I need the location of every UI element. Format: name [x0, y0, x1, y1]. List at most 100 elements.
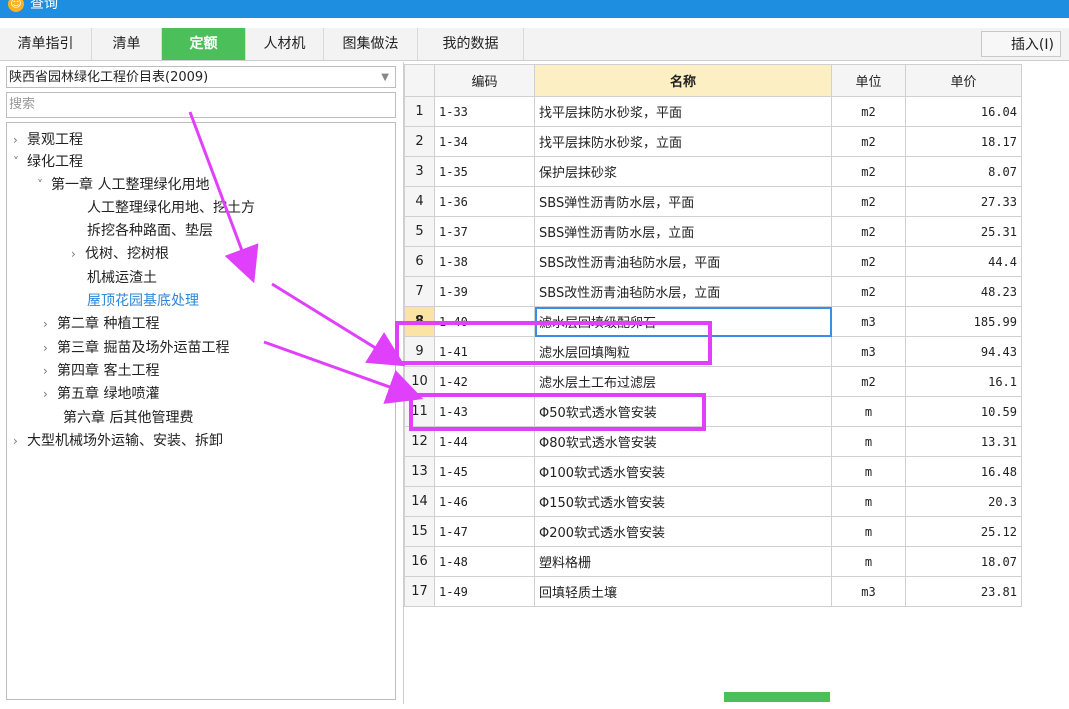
row-unit[interactable]: m [831, 516, 906, 547]
tree-node[interactable]: › 第二章 种植工程 [43, 313, 159, 335]
row-index[interactable]: 13 [404, 456, 435, 487]
row-code[interactable]: 1-47 [434, 516, 535, 547]
tree-node[interactable]: › 第五章 绿地喷灌 [43, 383, 159, 405]
tree-node[interactable]: › 第四章 客土工程 [43, 360, 159, 382]
row-price[interactable]: 185.99 [905, 306, 1022, 337]
tree-node[interactable]: › 大型机械场外运输、安装、拆卸 [13, 430, 223, 452]
row-name[interactable]: Φ100软式透水管安装 [534, 456, 832, 487]
tree-node[interactable]: 人工整理绿化用地、挖土方 [87, 197, 255, 219]
row-unit[interactable]: m2 [831, 186, 906, 217]
tab-tuji-zuofa[interactable]: 图集做法 [324, 28, 418, 60]
tree-node[interactable]: › 伐树、挖树根 [71, 243, 169, 265]
row-index[interactable]: 3 [404, 156, 435, 187]
row-price[interactable]: 16.48 [905, 456, 1022, 487]
collapse-handle[interactable]: ˄ [724, 688, 830, 702]
row-unit[interactable]: m [831, 486, 906, 517]
chevron-right-icon[interactable]: › [43, 383, 57, 405]
row-name[interactable]: 回填轻质土壤 [534, 576, 832, 607]
column-header-unit[interactable]: 单位 [831, 64, 906, 97]
table-row[interactable]: 7 1-39 SBS改性沥青油毡防水层，立面 m2 48.23 [404, 276, 1022, 307]
row-unit[interactable]: m2 [831, 96, 906, 127]
row-code[interactable]: 1-34 [434, 126, 535, 157]
table-row[interactable]: 4 1-36 SBS弹性沥青防水层，平面 m2 27.33 [404, 186, 1022, 217]
search-input[interactable]: 搜索 [6, 92, 396, 118]
chevron-down-icon[interactable]: ˅ [13, 151, 27, 173]
table-row[interactable]: 2 1-34 找平层抹防水砂浆，立面 m2 18.17 [404, 126, 1022, 157]
row-unit[interactable]: m3 [831, 306, 906, 337]
chevron-right-icon[interactable]: › [71, 243, 85, 265]
row-name[interactable]: SBS弹性沥青防水层，立面 [534, 216, 832, 247]
row-price[interactable]: 25.12 [905, 516, 1022, 547]
tree-node[interactable]: ˅ 绿化工程 [13, 151, 83, 173]
row-unit[interactable]: m [831, 396, 906, 427]
row-unit[interactable]: m3 [831, 576, 906, 607]
table-row[interactable]: 3 1-35 保护层抹砂浆 m2 8.07 [404, 156, 1022, 187]
row-name[interactable]: SBS改性沥青油毡防水层，立面 [534, 276, 832, 307]
row-index[interactable]: 14 [404, 486, 435, 517]
row-name[interactable]: 保护层抹砂浆 [534, 156, 832, 187]
row-name[interactable]: 滤水层土工布过滤层 [534, 366, 832, 397]
row-name[interactable]: 塑料格栅 [534, 546, 832, 577]
column-header-name[interactable]: 名称 [534, 64, 832, 97]
row-price[interactable]: 44.4 [905, 246, 1022, 277]
row-name[interactable]: Φ200软式透水管安装 [534, 516, 832, 547]
row-price[interactable]: 48.23 [905, 276, 1022, 307]
row-unit[interactable]: m3 [831, 336, 906, 367]
row-name[interactable]: SBS改性沥青油毡防水层，平面 [534, 246, 832, 277]
row-index[interactable]: 1 [404, 96, 435, 127]
chevron-right-icon[interactable]: › [43, 337, 57, 359]
chevron-down-icon[interactable]: ˅ [37, 174, 51, 196]
row-code[interactable]: 1-39 [434, 276, 535, 307]
tab-qingdan[interactable]: 清单 [92, 28, 162, 60]
row-unit[interactable]: m2 [831, 276, 906, 307]
chevron-right-icon[interactable]: › [43, 313, 57, 335]
row-price[interactable]: 13.31 [905, 426, 1022, 457]
tree-node[interactable]: › 景观工程 [13, 129, 83, 151]
tree-node-selected[interactable]: 屋顶花园基底处理 [87, 290, 199, 312]
row-index[interactable]: 4 [404, 186, 435, 217]
table-row[interactable]: 10 1-42 滤水层土工布过滤层 m2 16.1 [404, 366, 1022, 397]
row-unit[interactable]: m2 [831, 156, 906, 187]
row-index[interactable]: 12 [404, 426, 435, 457]
row-price[interactable]: 20.3 [905, 486, 1022, 517]
row-index[interactable]: 2 [404, 126, 435, 157]
row-unit[interactable]: m2 [831, 366, 906, 397]
row-unit[interactable]: m [831, 426, 906, 457]
tab-dinge[interactable]: 定额 [162, 28, 246, 60]
row-code[interactable]: 1-49 [434, 576, 535, 607]
table-row[interactable]: 1 1-33 找平层抹防水砂浆，平面 m2 16.04 [404, 96, 1022, 127]
row-index[interactable]: 16 [404, 546, 435, 577]
row-name[interactable]: SBS弹性沥青防水层，平面 [534, 186, 832, 217]
row-name[interactable]: 找平层抹防水砂浆，立面 [534, 126, 832, 157]
tree-node[interactable]: ˅ 第一章 人工整理绿化用地 [37, 174, 209, 196]
table-row[interactable]: 16 1-48 塑料格栅 m 18.07 [404, 546, 1022, 577]
row-code[interactable]: 1-46 [434, 486, 535, 517]
row-price[interactable]: 23.81 [905, 576, 1022, 607]
library-select[interactable]: 陕西省园林绿化工程价目表(2009) ▼ [6, 66, 396, 88]
table-row[interactable]: 17 1-49 回填轻质土壤 m3 23.81 [404, 576, 1022, 607]
row-code[interactable]: 1-44 [434, 426, 535, 457]
table-row[interactable]: 5 1-37 SBS弹性沥青防水层，立面 m2 25.31 [404, 216, 1022, 247]
row-code[interactable]: 1-36 [434, 186, 535, 217]
row-unit[interactable]: m2 [831, 216, 906, 247]
row-code[interactable]: 1-48 [434, 546, 535, 577]
row-price[interactable]: 16.1 [905, 366, 1022, 397]
row-unit[interactable]: m [831, 546, 906, 577]
chevron-up-icon[interactable]: ˄ [770, 688, 775, 699]
tree-node[interactable]: 拆挖各种路面、垫层 [87, 220, 213, 242]
column-header-code[interactable]: 编码 [434, 64, 535, 97]
tab-rencaiji[interactable]: 人材机 [246, 28, 324, 60]
table-row[interactable]: 6 1-38 SBS改性沥青油毡防水层，平面 m2 44.4 [404, 246, 1022, 277]
row-unit[interactable]: m2 [831, 246, 906, 277]
column-header-price[interactable]: 单价 [905, 64, 1022, 97]
row-code[interactable]: 1-45 [434, 456, 535, 487]
row-unit[interactable]: m [831, 456, 906, 487]
row-name[interactable]: Φ80软式透水管安装 [534, 426, 832, 457]
row-price[interactable]: 18.07 [905, 546, 1022, 577]
row-price[interactable]: 27.33 [905, 186, 1022, 217]
row-index[interactable]: 6 [404, 246, 435, 277]
row-index[interactable]: 7 [404, 276, 435, 307]
row-price[interactable]: 8.07 [905, 156, 1022, 187]
chevron-right-icon[interactable]: › [43, 360, 57, 382]
tree-node[interactable]: 第六章 后其他管理费 [63, 407, 193, 429]
